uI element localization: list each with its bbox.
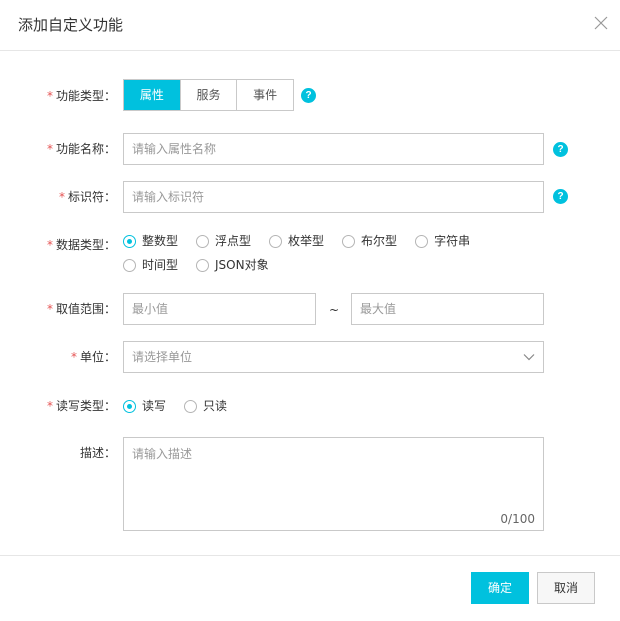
radio-circle [196,234,210,248]
feature-type-label: * 功能类型： [46,89,116,103]
max-value-input[interactable] [351,293,544,325]
radio-circle [123,258,136,272]
radio-integer[interactable]: 整数型 [123,231,178,251]
feature-name-input[interactable] [123,133,544,165]
close-icon[interactable] [593,15,609,31]
help-icon[interactable]: ? [553,189,568,204]
rw-type-label: * 读写类型： [46,399,116,413]
description-field: 0/100 [123,437,544,531]
help-icon[interactable]: ? [553,142,568,157]
identifier-label: * 标识符： [58,190,116,204]
range-separator: ~ [329,303,340,317]
radio-circle [342,234,356,248]
rw-type-radio-group: 读写 只读 [123,396,245,416]
data-type-radio-group: 整数型 浮点型 枚举型 布尔型 字符串 [123,231,488,251]
confirm-button[interactable]: 确定 [471,572,529,604]
description-textarea[interactable] [124,438,543,512]
add-custom-feature-dialog: 添加自定义功能 *功能类型： 属性 服务 事件 ? *功能名称： ? *标识符：… [0,0,620,621]
radio-enum[interactable]: 枚举型 [269,231,324,251]
radio-circle [123,399,136,413]
feature-type-segmented: 属性 服务 事件 [123,79,294,111]
radio-string[interactable]: 字符串 [415,231,470,251]
radio-circle [184,399,198,413]
radio-read-write[interactable]: 读写 [123,396,166,416]
unit-select[interactable]: 请选择单位 [123,341,544,373]
radio-date[interactable]: 时间型 [123,255,178,275]
required-mark: * [46,89,53,103]
dialog-title: 添加自定义功能 [18,16,124,34]
unit-select-placeholder: 请选择单位 [132,350,193,364]
description-label: 描述： [79,446,116,460]
radio-json[interactable]: JSON对象 [196,255,269,275]
segment-event[interactable]: 事件 [236,80,293,110]
identifier-input[interactable] [123,181,544,213]
radio-circle [123,234,136,248]
min-value-input[interactable] [123,293,316,325]
value-range-label: * 取值范围： [46,302,116,316]
chevron-down-icon [523,354,535,361]
radio-circle [415,234,429,248]
feature-name-label: * 功能名称： [46,142,116,156]
help-icon[interactable]: ? [301,88,316,103]
dialog-header: 添加自定义功能 [0,0,620,51]
radio-float[interactable]: 浮点型 [196,231,251,251]
radio-read-only[interactable]: 只读 [184,396,227,416]
radio-boolean[interactable]: 布尔型 [342,231,397,251]
char-counter: 0/100 [500,512,535,526]
data-type-label: * 数据类型： [46,238,116,252]
segment-service[interactable]: 服务 [179,80,237,110]
footer-divider [0,555,620,556]
segment-property[interactable]: 属性 [124,80,180,110]
radio-circle [196,258,210,272]
cancel-button[interactable]: 取消 [537,572,595,604]
unit-label: * 单位： [70,350,116,364]
data-type-radio-group-row2: 时间型 JSON对象 [123,255,287,275]
radio-circle [269,234,283,248]
